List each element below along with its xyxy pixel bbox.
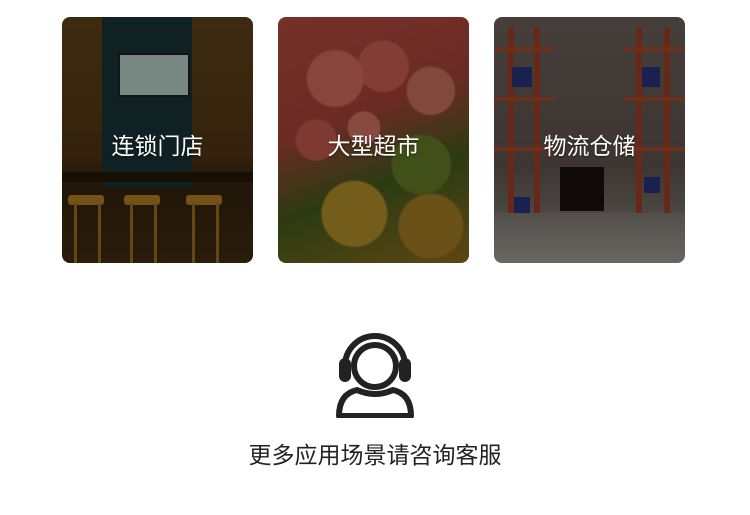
customer-service-headset-icon[interactable] [327, 322, 423, 419]
scenario-label: 连锁门店 [111, 134, 204, 160]
customer-service[interactable] [0, 322, 750, 422]
scenario-label: 物流仓储 [543, 134, 636, 160]
customer-service-text[interactable]: 更多应用场景请咨询客服 [0, 436, 750, 470]
scenario-card-supermarket[interactable]: 大型超市 [278, 17, 469, 263]
scenario-card-chain-store[interactable]: 连锁门店 [62, 17, 253, 263]
scenario-cards: 连锁门店 大型超市 物流仓储 [62, 17, 685, 263]
scenario-card-warehouse[interactable]: 物流仓储 [494, 17, 685, 263]
scenario-label: 大型超市 [327, 134, 420, 160]
